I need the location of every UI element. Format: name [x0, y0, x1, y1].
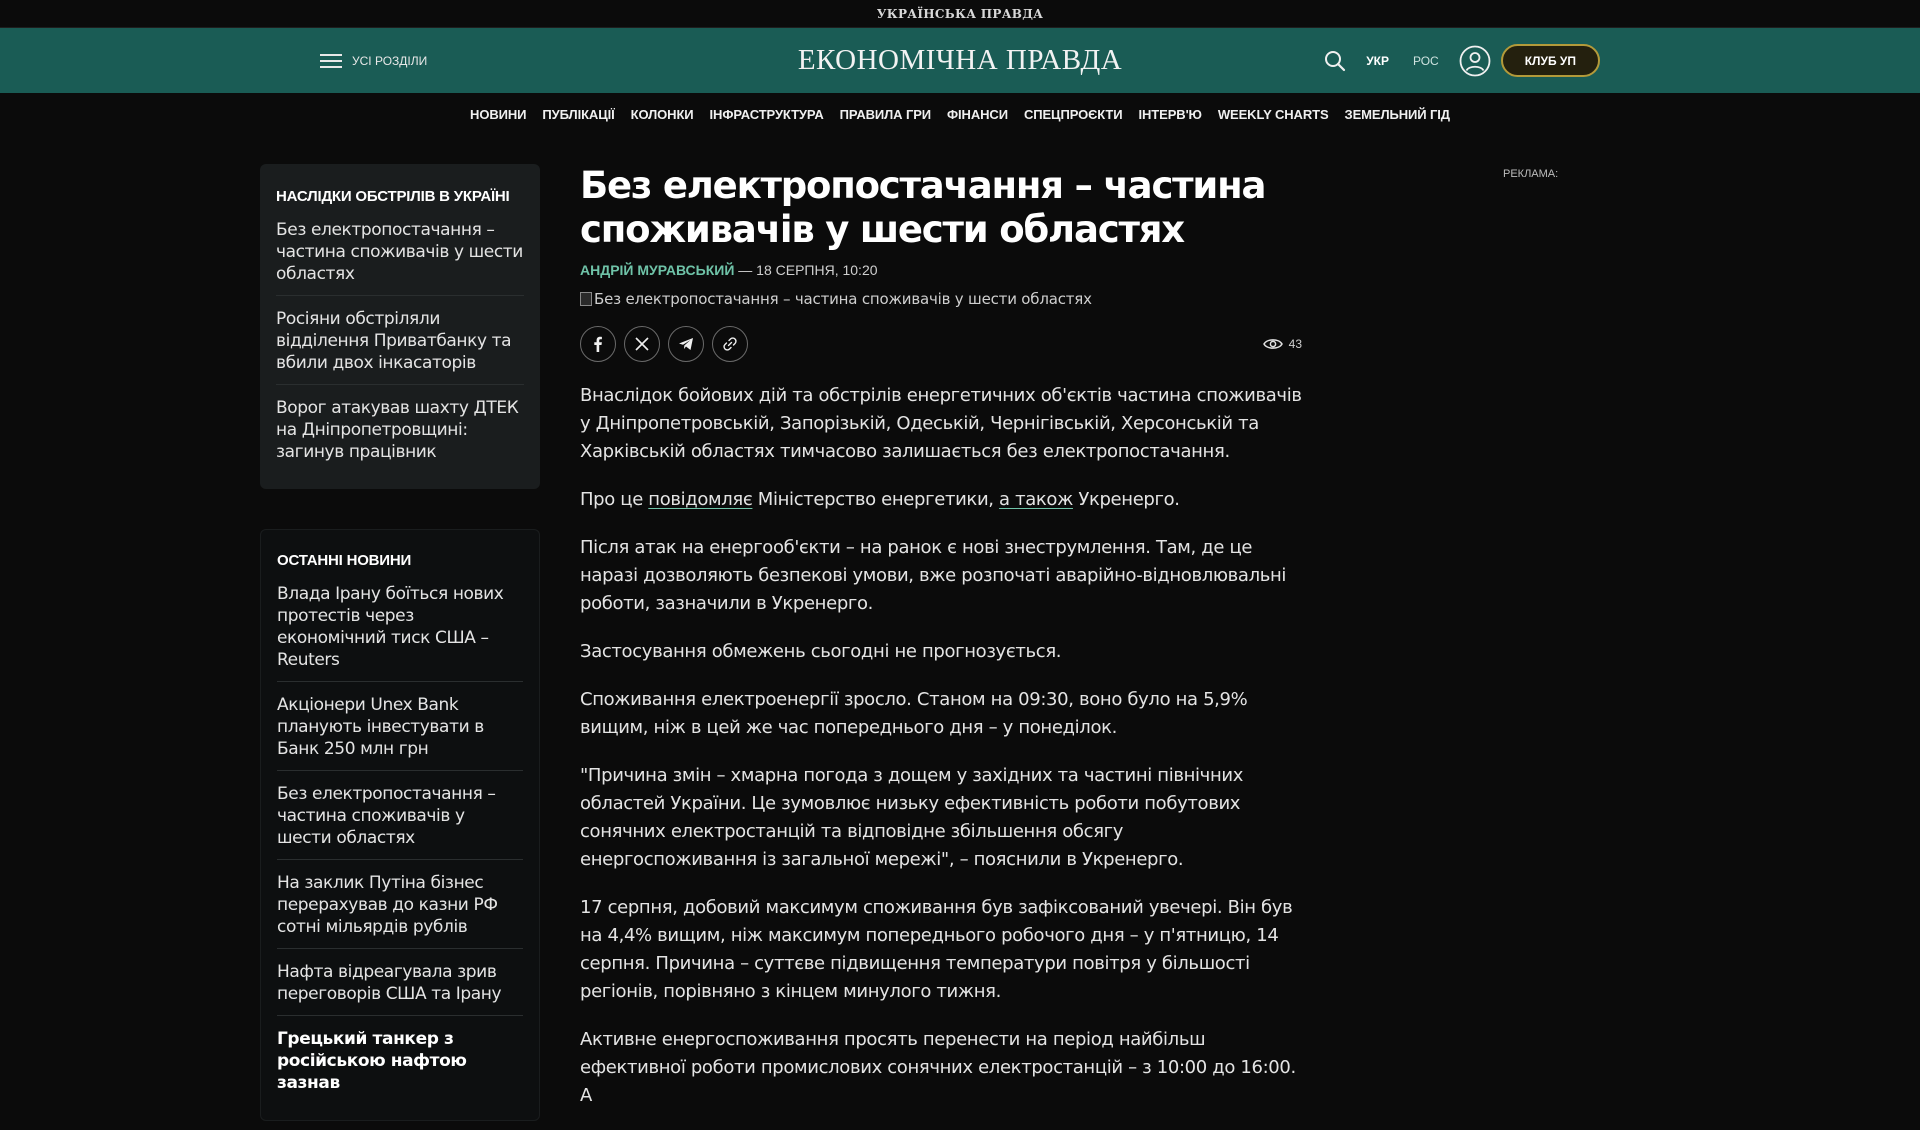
article-date: — 18 СЕРПНЯ, 10:20 — [734, 262, 878, 278]
paragraph: Споживання електроенергії зросло. Станом… — [580, 689, 1248, 738]
nav-item-land-guide[interactable]: ЗЕМЕЛЬНИЙ ГІД — [1345, 107, 1451, 122]
share-facebook-button[interactable] — [580, 326, 616, 362]
list-item[interactable]: Росіяни обстріляли відділення Приватбанк… — [276, 304, 524, 385]
site-logo[interactable]: ЕКОНОМІЧНА ПРАВДА — [798, 44, 1122, 77]
lang-ros-link[interactable]: РОС — [1413, 54, 1439, 68]
all-sections-label: УСІ РОЗДІЛИ — [352, 53, 428, 68]
telegram-icon — [679, 338, 693, 350]
list-item[interactable]: Ворог атакував шахту ДТЕК на Дніпропетро… — [276, 393, 524, 473]
paragraph: Активне енергоспоживання просять перенес… — [580, 1029, 1296, 1106]
latest-news-title[interactable]: ОСТАННІ НОВИНИ — [277, 552, 523, 569]
share-row: 43 — [580, 326, 1302, 362]
article-image: Без електропостачання – частина споживач… — [580, 290, 1302, 308]
paragraph: "Причина змін – хмарна погода з дощем у … — [580, 765, 1244, 870]
text-span: Міністерство енергетики, — [752, 489, 1000, 510]
text-span: Укренерго. — [1072, 489, 1180, 510]
paragraph: Після атак на енергооб'єкти – на ранок є… — [580, 537, 1287, 614]
list-item[interactable]: Без електропостачання – частина споживач… — [277, 779, 523, 860]
nav-item-rules[interactable]: ПРАВИЛА ГРИ — [840, 107, 932, 122]
site-header: УСІ РОЗДІЛИ ЕКОНОМІЧНА ПРАВДА УКР РОС КЛ… — [0, 28, 1920, 93]
all-sections-button[interactable]: УСІ РОЗДІЛИ — [320, 53, 428, 68]
text-span: Про це — [580, 489, 649, 510]
user-account-icon[interactable] — [1459, 45, 1491, 77]
nav-item-infrastructure[interactable]: ІНФРАСТРУКТУРА — [710, 107, 824, 122]
share-x-button[interactable] — [624, 326, 660, 362]
top-network-bar: УКРАЇНСЬКА ПРАВДА — [0, 0, 1920, 28]
article: Без електропостачання – частина споживач… — [580, 164, 1302, 1130]
ukrainska-pravda-logo[interactable]: УКРАЇНСЬКА ПРАВДА — [877, 7, 1044, 21]
nav-item-news[interactable]: НОВИНИ — [470, 107, 526, 122]
author-link[interactable]: АНДРІЙ МУРАВСЬКИЙ — [580, 262, 734, 278]
consequences-card: НАСЛІДКИ ОБСТРІЛІВ В УКРАЇНІ Без електро… — [260, 164, 540, 489]
x-icon — [635, 337, 649, 351]
copy-link-button[interactable] — [712, 326, 748, 362]
facebook-icon — [594, 336, 602, 352]
paragraph: Застосування обмежень сьогодні не прогно… — [580, 641, 1062, 662]
article-headline: Без електропостачання – частина споживач… — [580, 164, 1266, 251]
image-alt-text: Без електропостачання – частина споживач… — [594, 290, 1092, 308]
views-counter: 43 — [1262, 337, 1302, 351]
list-item[interactable]: Акціонери Unex Bank планують інвестувати… — [277, 690, 523, 771]
list-item[interactable]: Грецький танкер з російською нафтою зазн… — [277, 1024, 523, 1104]
list-item[interactable]: На заклик Путіна бізнес перерахував до к… — [277, 868, 523, 949]
nav-item-finance[interactable]: ФІНАНСИ — [947, 107, 1008, 122]
lang-ukr-link[interactable]: УКР — [1366, 54, 1389, 68]
article-meta: АНДРІЙ МУРАВСЬКИЙ — 18 СЕРПНЯ, 10:20 — [580, 262, 1302, 278]
header-actions: УКР РОС КЛУБ УП — [1322, 44, 1600, 77]
latest-news-card: ОСТАННІ НОВИНИ Влада Ірану боїться нових… — [260, 529, 540, 1121]
nav-item-interview[interactable]: ІНТЕРВ'Ю — [1139, 107, 1202, 122]
broken-image-icon — [580, 292, 592, 306]
ad-label: РЕКЛАМА: — [1503, 168, 1559, 180]
ministry-source-link[interactable]: повідомляє — [648, 489, 752, 510]
paragraph-sources: Про це повідомляє Міністерство енергетик… — [580, 486, 1302, 514]
consequences-title[interactable]: НАСЛІДКИ ОБСТРІЛІВ В УКРАЇНІ — [276, 188, 524, 205]
list-item[interactable]: Без електропостачання – частина споживач… — [276, 215, 524, 296]
link-icon — [723, 337, 737, 351]
main-nav: НОВИНИ ПУБЛІКАЦІЇ КОЛОНКИ ІНФРАСТРУКТУРА… — [0, 93, 1920, 136]
ukrenergo-source-link[interactable]: а також — [999, 489, 1073, 510]
nav-item-columns[interactable]: КОЛОНКИ — [631, 107, 694, 122]
search-icon[interactable] — [1322, 48, 1348, 74]
club-up-button[interactable]: КЛУБ УП — [1500, 44, 1600, 77]
list-item[interactable]: Влада Ірану боїться нових протестів чере… — [277, 579, 523, 682]
eye-icon — [1262, 339, 1283, 349]
paragraph: 17 серпня, добовий максимум споживання б… — [580, 897, 1293, 1002]
left-sidebar: НАСЛІДКИ ОБСТРІЛІВ В УКРАЇНІ Без електро… — [260, 164, 540, 1121]
nav-item-special-projects[interactable]: СПЕЦПРОЄКТИ — [1024, 107, 1123, 122]
share-telegram-button[interactable] — [668, 326, 704, 362]
header-inner: УСІ РОЗДІЛИ ЕКОНОМІЧНА ПРАВДА УКР РОС КЛ… — [260, 28, 1660, 93]
paragraph: Внаслідок бойових дій та обстрілів енерг… — [580, 385, 1302, 462]
nav-item-weekly-charts[interactable]: WEEKLY CHARTS — [1218, 107, 1329, 122]
article-body: Внаслідок бойових дій та обстрілів енерг… — [580, 382, 1302, 1110]
views-count: 43 — [1288, 337, 1302, 351]
nav-item-publications[interactable]: ПУБЛІКАЦІЇ — [542, 107, 614, 122]
list-item[interactable]: Нафта відреагувала зрив переговорів США … — [277, 957, 523, 1016]
hamburger-icon — [320, 53, 342, 68]
